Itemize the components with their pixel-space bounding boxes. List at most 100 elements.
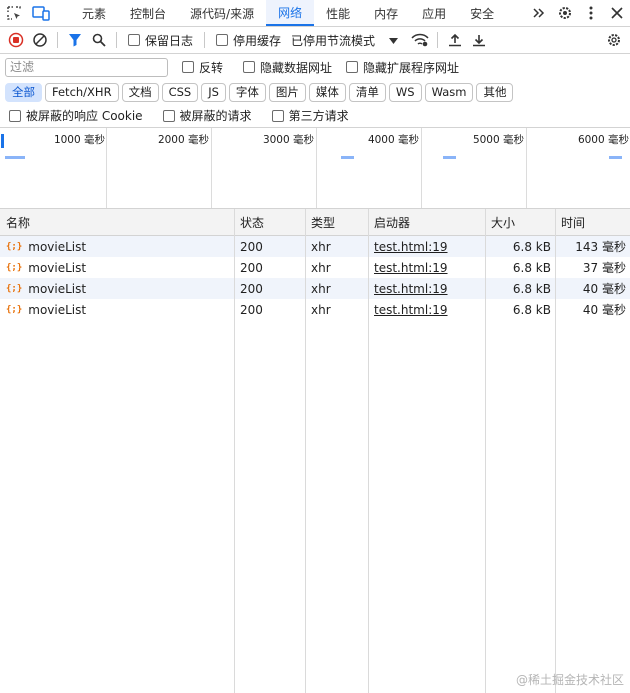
tab-network[interactable]: 网络: [266, 0, 315, 26]
table-row[interactable]: {;} movieList 200 xhr test.html:19 6.8 kB…: [0, 299, 630, 320]
record-stop-icon[interactable]: [4, 28, 28, 52]
request-name: movieList: [28, 260, 87, 275]
type-filter-media[interactable]: 媒体: [308, 82, 346, 102]
type-filter-font[interactable]: 字体: [228, 82, 266, 102]
hide-data-urls-checkbox[interactable]: 隐藏数据网址: [243, 59, 332, 76]
preserve-log-checkbox[interactable]: 保留日志: [128, 32, 193, 49]
more-options-icon[interactable]: [578, 0, 604, 26]
type-filter-all[interactable]: 全部: [5, 82, 42, 102]
network-settings-gear-icon[interactable]: [602, 28, 626, 52]
column-divider[interactable]: [234, 209, 235, 693]
checkbox-box[interactable]: [9, 109, 21, 122]
table-row[interactable]: {;} movieList 200 xhr test.html:19 6.8 kB…: [0, 278, 630, 299]
checkbox-box[interactable]: [128, 34, 140, 46]
throttling-select[interactable]: 已停用节流模式: [291, 32, 399, 49]
tab-sources[interactable]: 源代码/来源: [178, 0, 266, 26]
network-conditions-wifi-icon[interactable]: [408, 28, 432, 52]
hide-extension-urls-label: 隐藏扩展程序网址: [363, 60, 460, 75]
settings-gear-icon[interactable]: [552, 0, 578, 26]
column-divider[interactable]: [485, 209, 486, 693]
divider: [437, 32, 439, 48]
timeline-gridline: [421, 128, 422, 208]
type-cell: xhr: [311, 302, 331, 317]
initiator-link[interactable]: test.html:19: [374, 303, 448, 317]
checkbox-box[interactable]: [271, 109, 284, 122]
column-header-size[interactable]: 大小: [485, 209, 555, 236]
blocked-requests-label: 被屏蔽的请求: [179, 109, 252, 123]
tab-security[interactable]: 安全: [458, 0, 506, 26]
status-cell: 200: [240, 260, 263, 275]
time-cell: 40 毫秒: [582, 303, 626, 317]
tab-memory[interactable]: 内存: [362, 0, 410, 26]
blocked-cookies-checkbox[interactable]: 被屏蔽的响应 Cookie: [9, 107, 143, 124]
tab-console[interactable]: 控制台: [118, 0, 178, 26]
timeline-gridline: [316, 128, 317, 208]
size-cell: 6.8 kB: [512, 281, 551, 296]
filter-input[interactable]: [5, 57, 168, 77]
type-filter-wasm[interactable]: Wasm: [424, 82, 474, 102]
search-icon[interactable]: [87, 28, 111, 52]
checkbox-box[interactable]: [216, 34, 229, 46]
type-filter-ws[interactable]: WS: [388, 82, 422, 102]
timeline-tick-label: 1000 毫秒: [53, 134, 105, 146]
more-tabs-chevron-icon[interactable]: [526, 0, 552, 26]
network-overview-timeline[interactable]: 1000 毫秒 2000 毫秒 3000 毫秒 4000 毫秒 5000 毫秒 …: [0, 128, 630, 209]
tab-performance[interactable]: 性能: [314, 0, 362, 26]
size-cell: 6.8 kB: [512, 239, 551, 254]
request-name-cell[interactable]: {;} movieList: [0, 257, 86, 278]
clear-icon[interactable]: [28, 28, 52, 52]
timeline-tick-label: 2000 毫秒: [157, 134, 209, 146]
initiator-link[interactable]: test.html:19: [374, 240, 448, 254]
tab-elements[interactable]: 元素: [70, 0, 118, 26]
filter-funnel-icon[interactable]: [63, 28, 87, 52]
invert-label: 反转: [199, 60, 224, 75]
type-filter-css[interactable]: CSS: [161, 82, 199, 102]
checkbox-box[interactable]: [182, 61, 194, 73]
time-cell: 37 毫秒: [582, 261, 626, 275]
request-name-cell[interactable]: {;} movieList: [0, 299, 86, 320]
type-filter-manifest[interactable]: 清单: [348, 82, 386, 102]
request-name-cell[interactable]: {;} movieList: [0, 278, 86, 299]
timeline-tick-label: 3000 毫秒: [262, 134, 314, 146]
watermark: @稀土掘金技术社区: [515, 673, 624, 687]
network-toolbar: 保留日志 停用缓存 已停用节流模式: [0, 27, 630, 54]
request-name-cell[interactable]: {;} movieList: [0, 236, 86, 257]
close-devtools-icon[interactable]: [604, 0, 630, 26]
timeline-tick-label: 4000 毫秒: [367, 134, 419, 146]
tab-application[interactable]: 应用: [410, 0, 458, 26]
initiator-link[interactable]: test.html:19: [374, 282, 448, 296]
column-header-time[interactable]: 时间: [555, 209, 630, 236]
table-row[interactable]: {;} movieList 200 xhr test.html:19 6.8 kB…: [0, 236, 630, 257]
column-divider[interactable]: [305, 209, 306, 693]
column-header-type[interactable]: 类型: [305, 209, 368, 236]
request-name: movieList: [28, 239, 87, 254]
status-cell: 200: [240, 239, 263, 254]
third-party-checkbox[interactable]: 第三方请求: [271, 107, 349, 124]
hide-extension-urls-checkbox[interactable]: 隐藏扩展程序网址: [346, 59, 459, 76]
initiator-link[interactable]: test.html:19: [374, 261, 448, 275]
inspect-element-icon[interactable]: [0, 0, 27, 26]
device-toolbar-icon[interactable]: [27, 0, 54, 26]
column-header-status[interactable]: 状态: [234, 209, 305, 236]
column-divider[interactable]: [555, 209, 556, 693]
checkbox-box[interactable]: [346, 61, 359, 73]
type-filter-img[interactable]: 图片: [268, 82, 306, 102]
column-header-initiator[interactable]: 启动器: [368, 209, 485, 236]
checkbox-box[interactable]: [162, 109, 175, 122]
request-timing-bar: [341, 156, 354, 159]
checkbox-box[interactable]: [243, 61, 256, 73]
table-row[interactable]: {;} movieList 200 xhr test.html:19 6.8 kB…: [0, 257, 630, 278]
column-header-name[interactable]: 名称: [0, 209, 234, 236]
disable-cache-checkbox[interactable]: 停用缓存: [216, 32, 281, 49]
column-divider[interactable]: [368, 209, 369, 693]
invert-checkbox[interactable]: 反转: [182, 59, 223, 76]
disable-cache-label: 停用缓存: [233, 33, 282, 48]
type-filter-js[interactable]: JS: [201, 82, 226, 102]
type-filter-fetch-xhr[interactable]: Fetch/XHR: [45, 82, 119, 102]
blocked-requests-checkbox[interactable]: 被屏蔽的请求: [162, 107, 252, 124]
export-har-download-icon[interactable]: [467, 28, 491, 52]
type-filter-doc[interactable]: 文档: [121, 82, 159, 102]
type-filter-other[interactable]: 其他: [476, 82, 514, 102]
size-cell: 6.8 kB: [512, 260, 551, 275]
import-har-upload-icon[interactable]: [443, 28, 467, 52]
